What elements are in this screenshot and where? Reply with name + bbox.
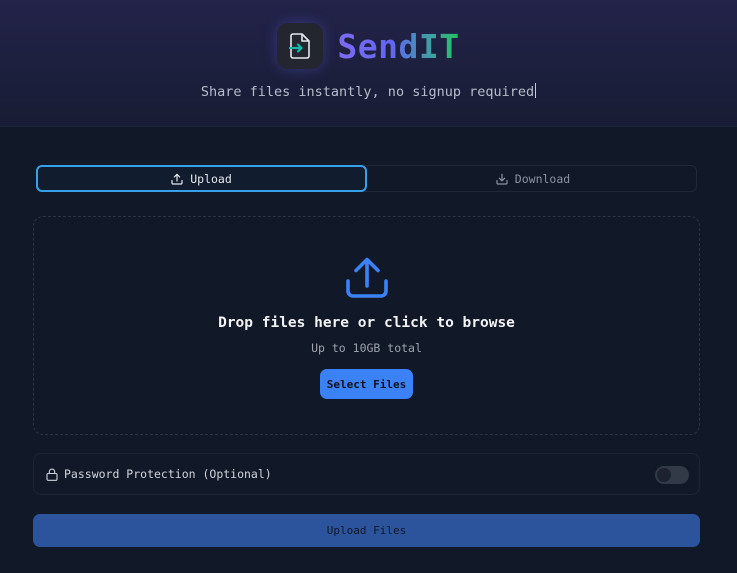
- upload-large-icon: [346, 257, 388, 298]
- lock-icon: [46, 468, 58, 481]
- file-arrow-in-icon: [289, 33, 311, 59]
- text-caret: [535, 83, 537, 98]
- tab-upload-label: Upload: [190, 171, 232, 186]
- app-header: SendIT Share files instantly, no signup …: [0, 0, 737, 127]
- brand-name: SendIT: [337, 26, 460, 66]
- upload-icon: [171, 173, 183, 185]
- select-files-button[interactable]: Select Files: [320, 369, 413, 399]
- download-icon: [496, 173, 508, 185]
- toggle-knob: [657, 468, 671, 482]
- app-logo: [277, 23, 324, 69]
- password-protection-label: Password Protection (Optional): [64, 467, 272, 481]
- tab-download[interactable]: Download: [368, 165, 698, 192]
- file-dropzone[interactable]: Drop files here or click to browse Up to…: [33, 216, 700, 435]
- password-protection-row: Password Protection (Optional): [33, 453, 700, 495]
- brand-row: SendIT: [0, 22, 737, 70]
- dropzone-title: Drop files here or click to browse: [218, 315, 515, 331]
- tab-upload[interactable]: Upload: [36, 165, 367, 192]
- password-protection-toggle[interactable]: [655, 466, 689, 484]
- mode-tabs: Upload Download: [36, 165, 697, 192]
- tab-download-label: Download: [514, 171, 571, 186]
- dropzone-size-limit: Up to 10GB total: [311, 341, 422, 355]
- tagline: Share files instantly, no signup require…: [200, 83, 537, 100]
- upload-files-button[interactable]: Upload Files: [33, 514, 700, 547]
